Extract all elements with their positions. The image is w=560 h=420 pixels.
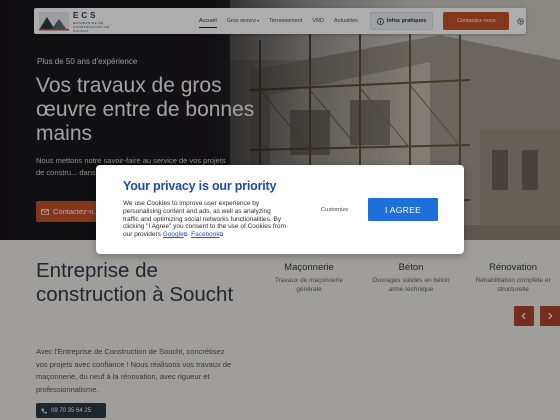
external-link-icon: ⧉ (219, 232, 224, 239)
customize-button[interactable]: Customize (321, 207, 348, 213)
modal-title: Your privacy is our priority (123, 179, 277, 193)
facebook-link[interactable]: Facebook (191, 231, 220, 238)
cookie-consent-dialog: Your privacy is our priority We use Cook… (96, 165, 464, 254)
agree-button[interactable]: I AGREE (368, 198, 438, 221)
google-link[interactable]: Google (163, 231, 184, 238)
modal-text: We use Cookies to improve user experienc… (123, 200, 288, 240)
external-link-icon: ⧉ (183, 232, 188, 239)
